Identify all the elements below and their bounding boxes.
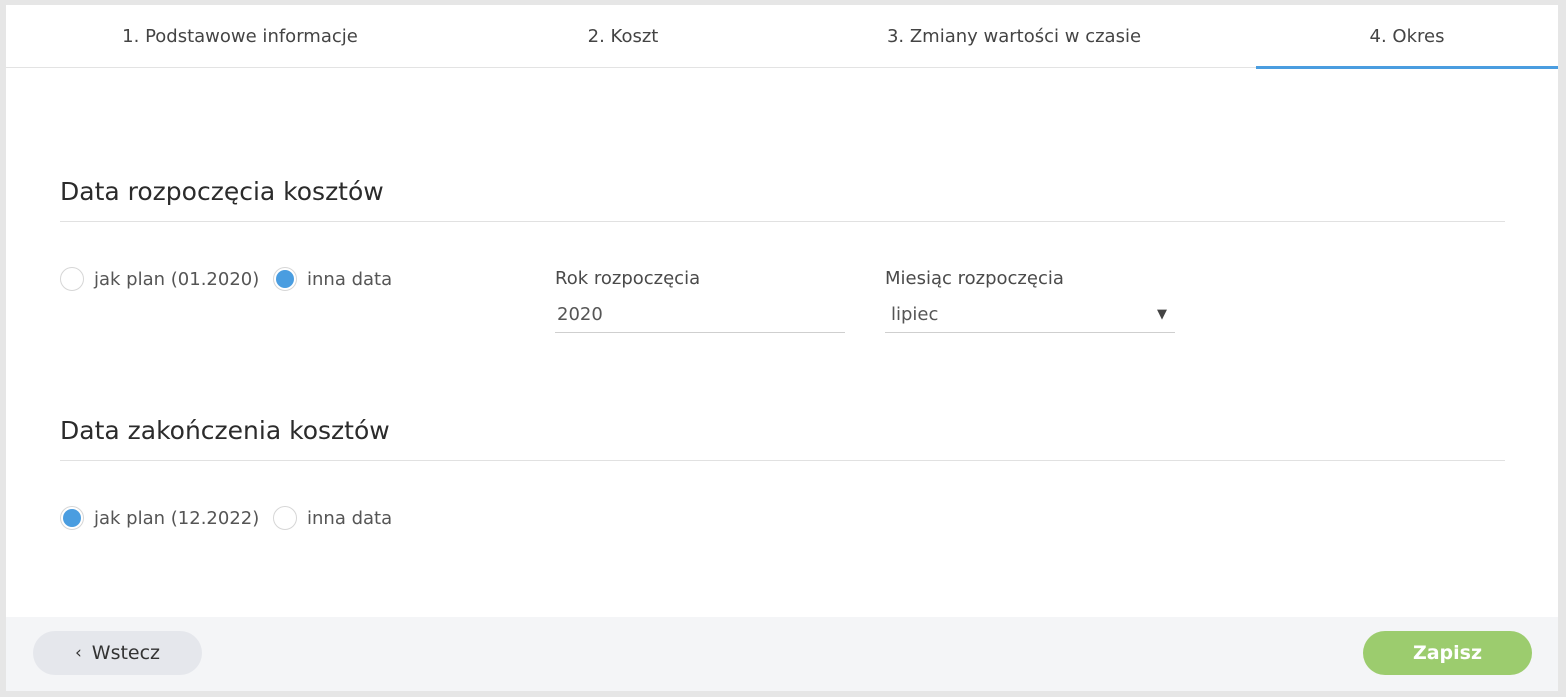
start-year-input[interactable]: 2020 (555, 297, 845, 333)
start-option-plan[interactable]: jak plan (01.2020) (60, 265, 259, 293)
back-button[interactable]: ‹ Wstecz (33, 631, 202, 675)
end-section-title: Data zakończenia kosztów (60, 416, 390, 445)
back-button-label: Wstecz (91, 642, 161, 664)
form-panel: 1. Podstawowe informacje 2. Koszt 3. Zmi… (6, 5, 1558, 691)
start-month-label: Miesiąc rozpoczęcia (885, 268, 1064, 289)
tab-value-changes[interactable]: 3. Zmiany wartości w czasie (772, 5, 1256, 67)
start-section-divider (60, 221, 1505, 222)
start-option-other[interactable]: inna data (273, 265, 392, 293)
radio-unchecked-icon[interactable] (60, 267, 84, 291)
tab-basic-info[interactable]: 1. Podstawowe informacje (6, 5, 474, 67)
start-month-value: lipiec (891, 304, 939, 325)
start-option-other-label: inna data (307, 268, 393, 290)
radio-checked-icon[interactable] (60, 506, 84, 530)
save-button-label: Zapisz (1412, 642, 1483, 664)
tab-bar: 1. Podstawowe informacje 2. Koszt 3. Zmi… (6, 5, 1558, 69)
start-year-label: Rok rozpoczęcia (555, 268, 701, 289)
end-option-plan-label: jak plan (12.2022) (94, 507, 260, 529)
start-year-value: 2020 (557, 304, 603, 325)
chevron-left-icon: ‹ (74, 643, 82, 663)
start-month-select[interactable]: lipiec ▼ (885, 297, 1175, 333)
end-option-other-label: inna data (307, 507, 393, 529)
footer-bar: ‹ Wstecz Zapisz (6, 617, 1558, 691)
tab-cost[interactable]: 2. Koszt (474, 5, 772, 67)
save-button[interactable]: Zapisz (1363, 631, 1532, 675)
end-option-plan[interactable]: jak plan (12.2022) (60, 504, 259, 532)
tab-period[interactable]: 4. Okres (1256, 5, 1558, 69)
start-option-plan-label: jak plan (01.2020) (94, 268, 260, 290)
radio-unchecked-icon[interactable] (273, 506, 297, 530)
start-section-title: Data rozpoczęcia kosztów (60, 177, 384, 206)
end-section-divider (60, 460, 1505, 461)
radio-checked-icon[interactable] (273, 267, 297, 291)
caret-down-icon: ▼ (1157, 307, 1167, 322)
end-option-other[interactable]: inna data (273, 504, 392, 532)
